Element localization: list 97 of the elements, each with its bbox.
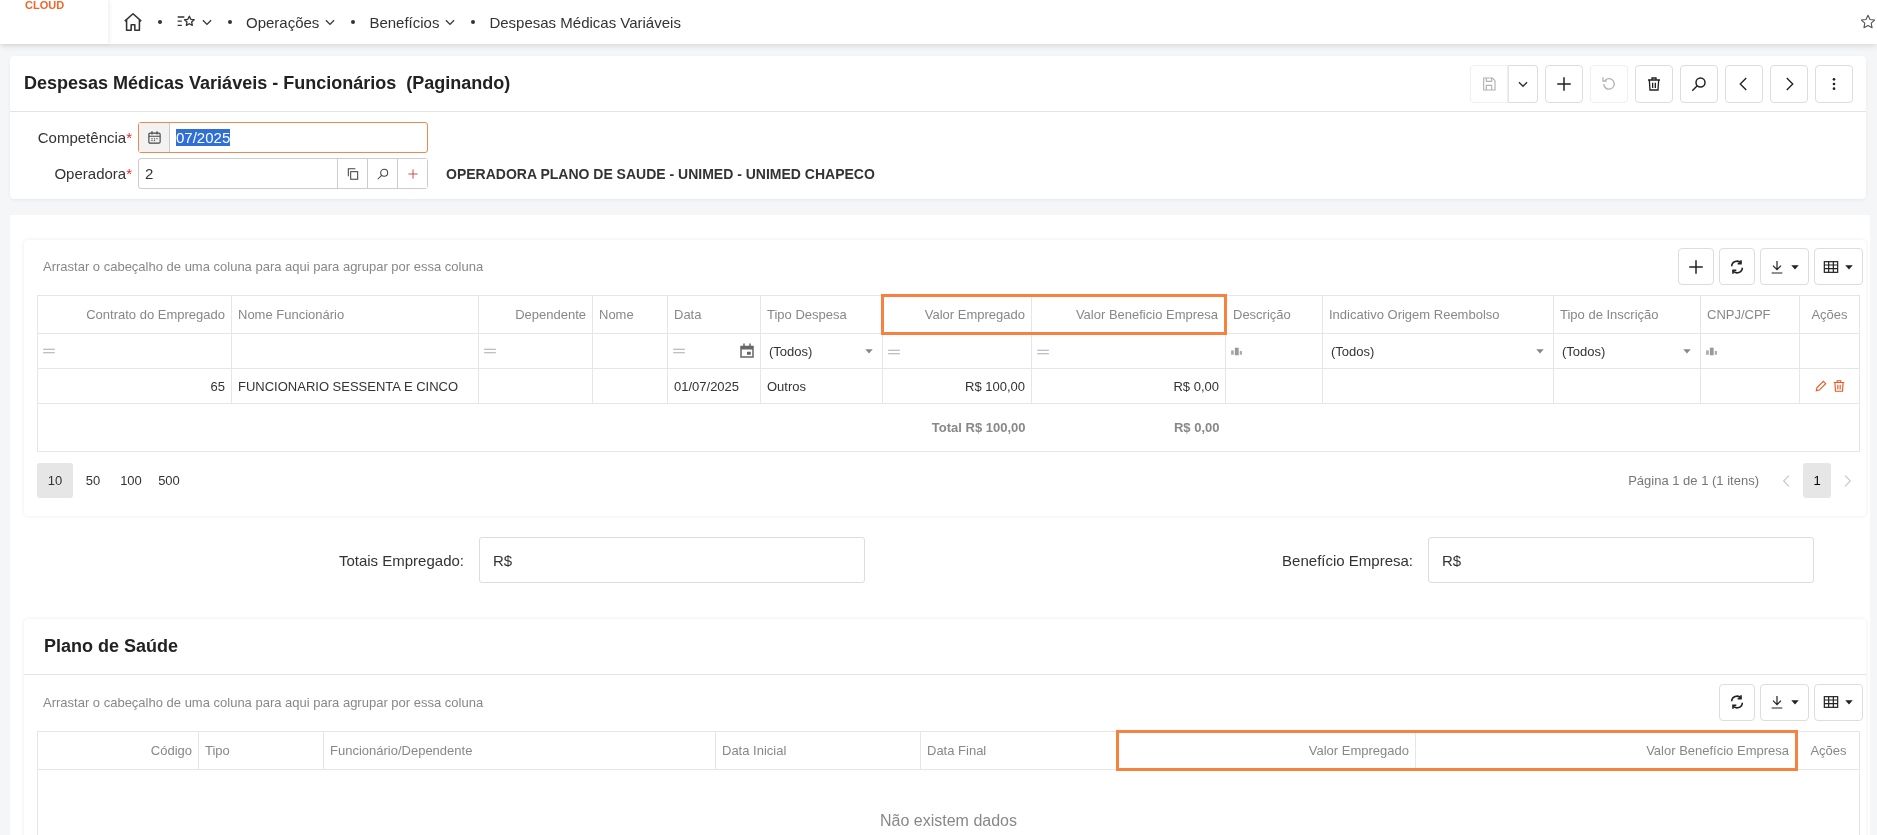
page-info: Página 1 de 1 (1 itens)	[1628, 473, 1759, 488]
form-title: Despesas Médicas Variáveis - Funcionários	[24, 73, 397, 94]
column-header[interactable]: Funcionário/Dependente	[323, 731, 716, 770]
page-button[interactable]: 1	[1803, 463, 1831, 498]
column-header[interactable]: Valor Empregado	[1117, 731, 1416, 770]
column-chooser-button[interactable]	[1814, 683, 1863, 721]
table-cell: R$ 100,00	[882, 368, 1032, 404]
column-header[interactable]: Valor Empregado	[882, 295, 1032, 334]
refresh-icon	[1729, 694, 1745, 710]
refresh-button[interactable]	[1719, 683, 1755, 721]
search-button[interactable]	[1680, 64, 1718, 103]
field-label: Benefício Empresa:	[1281, 551, 1413, 569]
trash-icon	[1646, 75, 1662, 92]
total-value: R$ 0,00	[1031, 403, 1226, 452]
table-cell: R$ 0,00	[1031, 368, 1226, 404]
column-chooser-button[interactable]	[1814, 248, 1863, 285]
date-field[interactable]: 07/2025	[138, 122, 428, 153]
download-icon	[1769, 258, 1785, 275]
calendar-icon	[738, 342, 756, 360]
calendar-icon	[146, 130, 162, 145]
field-label: Competência*	[36, 129, 133, 146]
column-header[interactable]: Tipo Despesa	[760, 295, 883, 334]
empty-message: Não existem dados	[37, 769, 1860, 835]
column-header[interactable]: Ações	[1799, 295, 1860, 334]
page-size-option[interactable]: 500	[151, 463, 187, 498]
filter-field[interactable]	[1031, 333, 1226, 369]
column-header[interactable]: Data	[667, 295, 761, 334]
dropdown-arrow-icon	[864, 346, 874, 356]
column-header[interactable]: Nome	[592, 295, 668, 334]
copy-icon	[345, 166, 360, 181]
add-button[interactable]	[1545, 64, 1583, 103]
filter-field[interactable]	[1225, 333, 1323, 369]
section-title: Plano de Saúde	[24, 619, 1866, 675]
circular-arrow-icon	[1600, 74, 1618, 93]
column-header[interactable]: Contrato do Empregado	[37, 295, 232, 334]
caret-icon	[1844, 697, 1854, 707]
refresh-button[interactable]	[1719, 248, 1755, 285]
breadcrumb-item[interactable]: Despesas Médicas Variáveis	[489, 13, 681, 31]
search-icon	[375, 166, 390, 181]
home-icon	[122, 11, 144, 33]
column-header[interactable]: Data Inicial	[715, 731, 921, 770]
filter-field[interactable]	[478, 333, 593, 369]
filter-field[interactable]	[37, 333, 232, 369]
table-cell: FUNCIONARIO SESSENTA E CINCO	[231, 368, 479, 404]
table-cell: 65	[37, 368, 232, 404]
table-icon	[1823, 694, 1839, 710]
breadcrumb-menu[interactable]: Operações	[246, 13, 338, 31]
field-label: Operadora*	[53, 165, 133, 182]
add-button[interactable]	[1678, 248, 1714, 285]
column-header[interactable]: Valor Beneficio Empresa	[1031, 295, 1226, 334]
plus-icon	[1687, 257, 1705, 276]
column-header[interactable]: Dependente	[478, 295, 593, 334]
total-value: Total R$ 100,00	[882, 403, 1032, 452]
field-label: Totais Empregado:	[337, 551, 464, 569]
page-size-option[interactable]: 50	[75, 463, 111, 498]
table-icon	[1823, 258, 1839, 275]
export-button[interactable]	[1760, 248, 1809, 285]
paging-status: (Paginando)	[406, 73, 511, 94]
dropdown-arrow-icon	[1535, 346, 1545, 356]
dropdown-arrow-icon	[1682, 346, 1692, 356]
table-cell: Outros	[760, 368, 883, 404]
lookup-field[interactable]: 2	[138, 158, 428, 189]
search-icon	[1690, 74, 1708, 93]
table-cell: 01/07/2025	[667, 368, 761, 404]
plus-icon	[1555, 74, 1573, 93]
column-header[interactable]: Código	[37, 731, 199, 770]
total-field[interactable]: R$	[479, 537, 865, 583]
plus-icon	[405, 166, 420, 181]
operator-name: OPERADORA PLANO DE SAUDE - UNIMED - UNIMED CHAPECO	[446, 165, 875, 182]
total-field[interactable]: R$	[1428, 537, 1814, 583]
column-header[interactable]: Nome Funcionário	[231, 295, 479, 334]
export-button[interactable]	[1760, 683, 1809, 721]
column-header[interactable]: Data Final	[920, 731, 1118, 770]
page-size-option[interactable]: 10	[37, 463, 73, 498]
column-header[interactable]: Descrição	[1225, 295, 1323, 334]
date-filter-field[interactable]	[672, 342, 756, 360]
pencil-icon	[1813, 379, 1828, 393]
page-size-option[interactable]: 100	[113, 463, 149, 498]
column-header[interactable]: Tipo de Inscrição	[1553, 295, 1701, 334]
column-header[interactable]: Indicativo Origem Reembolso	[1322, 295, 1554, 334]
refresh-icon	[1729, 258, 1745, 275]
breadcrumb-menu[interactable]: Benefícios	[369, 13, 458, 31]
download-icon	[1769, 694, 1785, 710]
filter-field[interactable]	[1700, 333, 1800, 369]
column-header[interactable]: Ações	[1796, 731, 1860, 770]
column-header[interactable]: Valor Benefício Empresa	[1415, 731, 1797, 770]
home-button[interactable]	[122, 11, 144, 33]
edit-button[interactable]	[1813, 379, 1828, 393]
group-by-hint: Arrastar o cabeçalho de uma coluna para aqui para agrupar por essa coluna	[42, 259, 485, 274]
star-icon	[1859, 13, 1877, 31]
filter-field[interactable]	[882, 333, 1032, 369]
caret-icon	[1790, 697, 1800, 707]
trash-icon	[1831, 379, 1846, 393]
column-header[interactable]: CNPJ/CPF	[1700, 295, 1800, 334]
logo-text: CLOUD	[25, 0, 65, 11]
group-by-hint: Arrastar o cabeçalho de uma coluna para aqui para agrupar por essa coluna	[42, 694, 485, 710]
column-header[interactable]: Tipo	[198, 731, 324, 770]
